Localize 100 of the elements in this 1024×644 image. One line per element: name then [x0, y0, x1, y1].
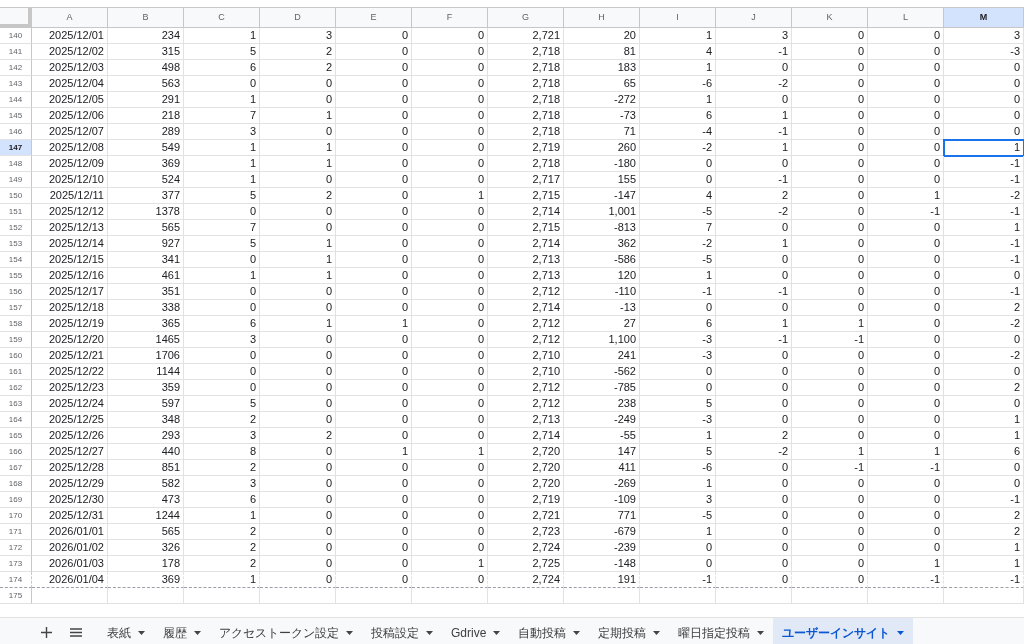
table-cell: -1 [944, 236, 1024, 252]
table-cell: 597 [108, 396, 184, 412]
row-header[interactable]: 168 [0, 476, 32, 492]
row-header[interactable]: 150 [0, 188, 32, 204]
row-header[interactable]: 147 [0, 140, 32, 156]
table-cell: 0 [412, 284, 488, 300]
row-header[interactable]: 142 [0, 60, 32, 76]
column-header[interactable]: J [716, 8, 792, 28]
row-header[interactable]: 140 [0, 28, 32, 44]
table-cell: 498 [108, 60, 184, 76]
row-header[interactable]: 162 [0, 380, 32, 396]
table-cell: 1 [412, 444, 488, 460]
table-cell: 289 [108, 124, 184, 140]
table-cell: 0 [868, 268, 944, 284]
sheet-tab[interactable]: アクセストークン設定 [210, 618, 362, 644]
column-header[interactable]: I [640, 8, 716, 28]
row-header[interactable]: 172 [0, 540, 32, 556]
table-cell: 0 [868, 252, 944, 268]
row-header[interactable]: 149 [0, 172, 32, 188]
row-header[interactable]: 152 [0, 220, 32, 236]
row-header[interactable]: 158 [0, 316, 32, 332]
row-header[interactable]: 166 [0, 444, 32, 460]
row-header[interactable]: 157 [0, 300, 32, 316]
table-cell: 0 [260, 524, 336, 540]
table-cell: 0 [944, 76, 1024, 92]
table-cell: 1378 [108, 204, 184, 220]
table-cell: 0 [336, 300, 412, 316]
row-header[interactable]: 151 [0, 204, 32, 220]
row-header[interactable]: 169 [0, 492, 32, 508]
table-cell: 71 [564, 124, 640, 140]
table-cell: 0 [868, 396, 944, 412]
row-header[interactable]: 141 [0, 44, 32, 60]
row-header[interactable]: 153 [0, 236, 32, 252]
table-cell: 1 [716, 140, 792, 156]
row-header[interactable]: 175 [0, 588, 32, 604]
selected-cell[interactable]: 1 [944, 140, 1024, 156]
row-header[interactable]: 165 [0, 428, 32, 444]
column-header[interactable]: K [792, 8, 868, 28]
row-header[interactable]: 174 [0, 572, 32, 588]
sheet-tab[interactable]: Gdrive [442, 618, 510, 644]
sheet-tab[interactable]: 投稿設定 [362, 618, 442, 644]
row-header[interactable]: 154 [0, 252, 32, 268]
sheet-tab[interactable]: ユーザーインサイト [773, 618, 914, 644]
row-header[interactable]: 143 [0, 76, 32, 92]
table-cell: 0 [792, 204, 868, 220]
row-header[interactable]: 164 [0, 412, 32, 428]
sheet-tab[interactable]: 自動投稿 [509, 618, 590, 644]
table-cell: 582 [108, 476, 184, 492]
table-cell: 2026/01/04 [32, 572, 108, 588]
column-header[interactable]: E [336, 8, 412, 28]
table-cell: 0 [336, 412, 412, 428]
row-header[interactable]: 146 [0, 124, 32, 140]
row-header[interactable]: 167 [0, 460, 32, 476]
table-cell: 2025/12/29 [32, 476, 108, 492]
caret-icon [138, 630, 145, 635]
table-cell: 0 [412, 540, 488, 556]
table-cell: -147 [564, 188, 640, 204]
table-cell: 0 [260, 396, 336, 412]
row-header[interactable]: 171 [0, 524, 32, 540]
row-header[interactable]: 159 [0, 332, 32, 348]
column-header[interactable]: H [564, 8, 640, 28]
column-header[interactable]: L [868, 8, 944, 28]
sheet-tab[interactable]: 履歴 [154, 618, 210, 644]
table-cell: 0 [336, 476, 412, 492]
row-header[interactable]: 163 [0, 396, 32, 412]
sheet-tab[interactable]: 定期投稿 [589, 618, 670, 644]
row-header[interactable]: 161 [0, 364, 32, 380]
table-cell: 0 [716, 220, 792, 236]
table-cell: 0 [336, 60, 412, 76]
column-header[interactable]: A [32, 8, 108, 28]
table-cell: 20 [564, 28, 640, 44]
column-header[interactable]: D [260, 8, 336, 28]
row-header[interactable]: 148 [0, 156, 32, 172]
table-cell: -2 [944, 348, 1024, 364]
row-header[interactable]: 173 [0, 556, 32, 572]
sheet-tab[interactable]: 曜日指定投稿 [669, 618, 774, 644]
table-cell: 2 [260, 188, 336, 204]
row-header[interactable]: 170 [0, 508, 32, 524]
sheet-tab[interactable]: 表紙 [98, 618, 154, 644]
table-cell: -1 [716, 284, 792, 300]
column-header[interactable]: M [944, 8, 1024, 28]
table-cell: 0 [792, 44, 868, 60]
table-cell: 0 [792, 76, 868, 92]
table-cell: 0 [716, 460, 792, 476]
table-cell: 1 [944, 428, 1024, 444]
column-header[interactable]: B [108, 8, 184, 28]
table-cell: -73 [564, 108, 640, 124]
row-header[interactable]: 160 [0, 348, 32, 364]
table-cell: 2,710 [488, 364, 564, 380]
row-header[interactable]: 156 [0, 284, 32, 300]
table-cell: 2,718 [488, 156, 564, 172]
table-cell: 0 [716, 92, 792, 108]
row-header[interactable]: 144 [0, 92, 32, 108]
column-header[interactable]: F [412, 8, 488, 28]
table-cell: 0 [336, 108, 412, 124]
table-cell: 338 [108, 300, 184, 316]
row-header[interactable]: 155 [0, 268, 32, 284]
column-header[interactable]: C [184, 8, 260, 28]
column-header[interactable]: G [488, 8, 564, 28]
row-header[interactable]: 145 [0, 108, 32, 124]
